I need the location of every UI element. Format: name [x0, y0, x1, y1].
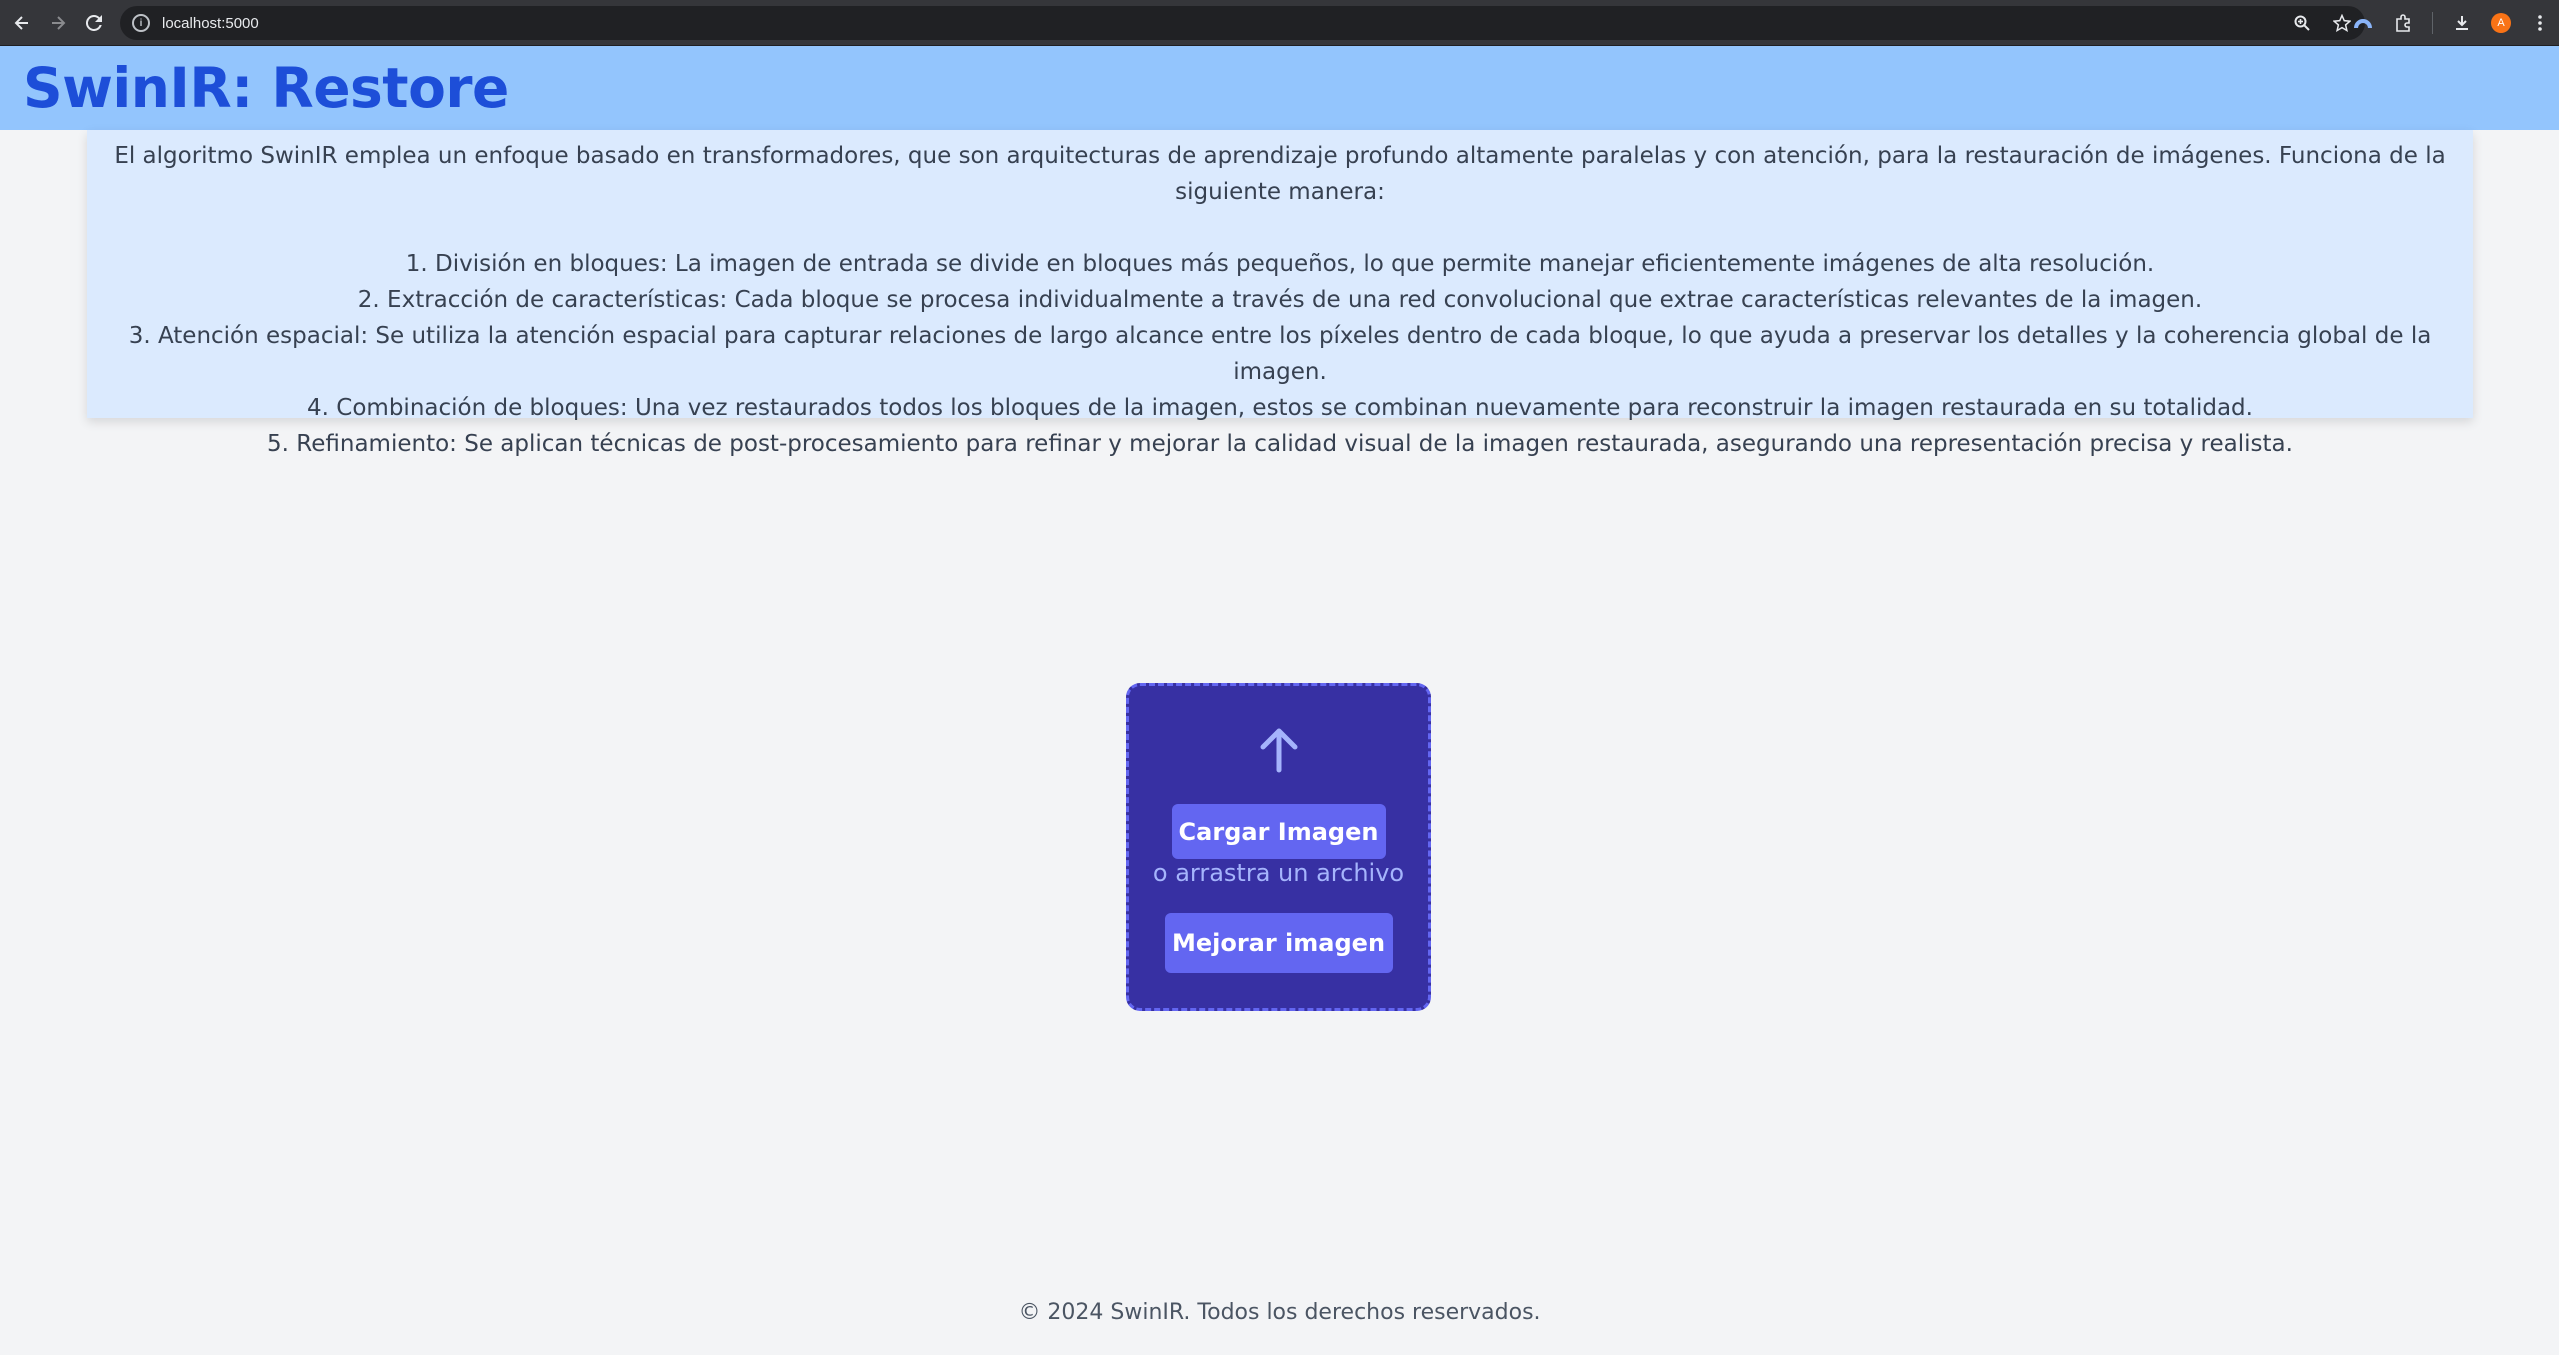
upload-dropzone[interactable]: Cargar Imagen o arrastra un archivo Mejo…	[1126, 683, 1431, 1011]
reload-button[interactable]	[80, 9, 108, 37]
url-text[interactable]: localhost:5000	[162, 15, 259, 32]
more-menu-icon[interactable]	[2529, 12, 2551, 34]
profile-avatar[interactable]: A	[2491, 13, 2511, 33]
extensions-puzzle-icon[interactable]	[2392, 12, 2414, 34]
reload-icon	[86, 14, 102, 31]
description-intro: El algoritmo SwinIR emplea un enfoque ba…	[114, 143, 2446, 205]
toolbar-divider	[2432, 12, 2433, 34]
bookmark-star-icon[interactable]	[2331, 12, 2353, 34]
forward-arrow-icon	[52, 15, 66, 30]
extension-arc-icon[interactable]	[2352, 12, 2374, 34]
step-item: 3. Atención espacial: Se utiliza la aten…	[128, 323, 2432, 385]
toolbar-actions: A	[2352, 0, 2551, 46]
page-title: SwinIR: Restore	[23, 56, 509, 120]
drag-hint: o arrastra un archivo	[1152, 859, 1405, 887]
browser-toolbar: i localhost:5000	[0, 0, 2559, 46]
step-item: 4. Combinación de bloques: Una vez resta…	[307, 395, 2253, 421]
steps-list: 1. División en bloques: La imagen de ent…	[87, 246, 2473, 462]
upload-image-button[interactable]: Cargar Imagen	[1171, 804, 1386, 859]
back-button[interactable]	[8, 9, 36, 37]
app-header: SwinIR: Restore	[0, 46, 2559, 130]
step-item: 1. División en bloques: La imagen de ent…	[405, 251, 2155, 277]
download-icon[interactable]	[2451, 12, 2473, 34]
address-bar[interactable]: i localhost:5000	[120, 6, 2365, 40]
algorithm-description-panel: El algoritmo SwinIR emplea un enfoque ba…	[87, 130, 2473, 457]
step-item: 5. Refinamiento: Se aplican técnicas de …	[267, 431, 2293, 457]
step-item: 2. Extracción de características: Cada b…	[357, 287, 2203, 313]
enhance-image-button[interactable]: Mejorar imagen	[1164, 913, 1393, 973]
footer-copyright: © 2024 SwinIR. Todos los derechos reserv…	[1018, 1300, 1541, 1325]
site-info-icon[interactable]: i	[132, 14, 150, 32]
zoom-icon[interactable]	[2291, 12, 2313, 34]
back-arrow-icon	[14, 15, 28, 30]
forward-button[interactable]	[44, 9, 72, 37]
arrow-up-icon	[1260, 728, 1297, 773]
